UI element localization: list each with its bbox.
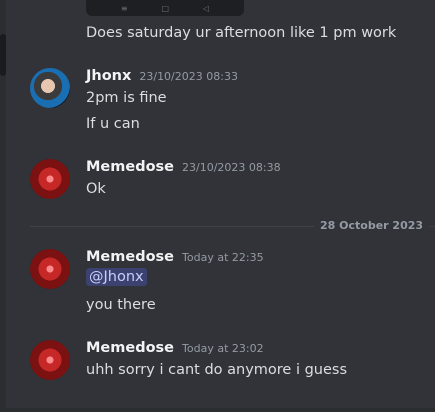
avatar[interactable] [30, 68, 70, 108]
author-name[interactable]: Memedose [86, 340, 174, 356]
message-timestamp: 23/10/2023 08:33 [139, 70, 238, 83]
square-icon[interactable]: □ [161, 4, 169, 13]
author-name[interactable]: Jhonx [86, 68, 131, 84]
message-text: uhh sorry i cant do anymore i guess [86, 362, 348, 378]
avatar[interactable] [30, 249, 70, 289]
menu-icon[interactable]: ≡ [121, 4, 128, 13]
bottom-strip [0, 408, 435, 412]
message-text: If u can [86, 116, 140, 132]
message-header: Memedose 23/10/2023 08:38 [86, 159, 281, 175]
avatar[interactable] [30, 340, 70, 380]
user-mention[interactable]: @Jhonx [86, 268, 147, 286]
message-text: 2pm is fine [86, 90, 167, 106]
embed-toolbar: ≡ □ ◁ [86, 0, 244, 16]
message-text: Ok [86, 181, 106, 197]
date-divider-label: 28 October 2023 [314, 219, 430, 232]
message-timestamp: 23/10/2023 08:38 [182, 161, 281, 174]
message-header: Memedose Today at 22:35 [86, 249, 264, 265]
avatar[interactable] [30, 159, 70, 199]
message-header: Memedose Today at 23:02 [86, 340, 264, 356]
message-header: Jhonx 23/10/2023 08:33 [86, 68, 238, 84]
scrollbar-thumb[interactable] [0, 34, 6, 76]
message-text: you there [86, 297, 156, 313]
author-name[interactable]: Memedose [86, 249, 174, 265]
message-timestamp: Today at 22:35 [182, 251, 264, 264]
message-text: Does saturday ur afternoon like 1 pm wor… [86, 25, 397, 41]
back-icon[interactable]: ◁ [203, 4, 209, 13]
chat-window: ≡ □ ◁ Does saturday ur afternoon like 1 … [0, 0, 435, 412]
left-rail [0, 0, 6, 412]
message-timestamp: Today at 23:02 [182, 342, 264, 355]
author-name[interactable]: Memedose [86, 159, 174, 175]
